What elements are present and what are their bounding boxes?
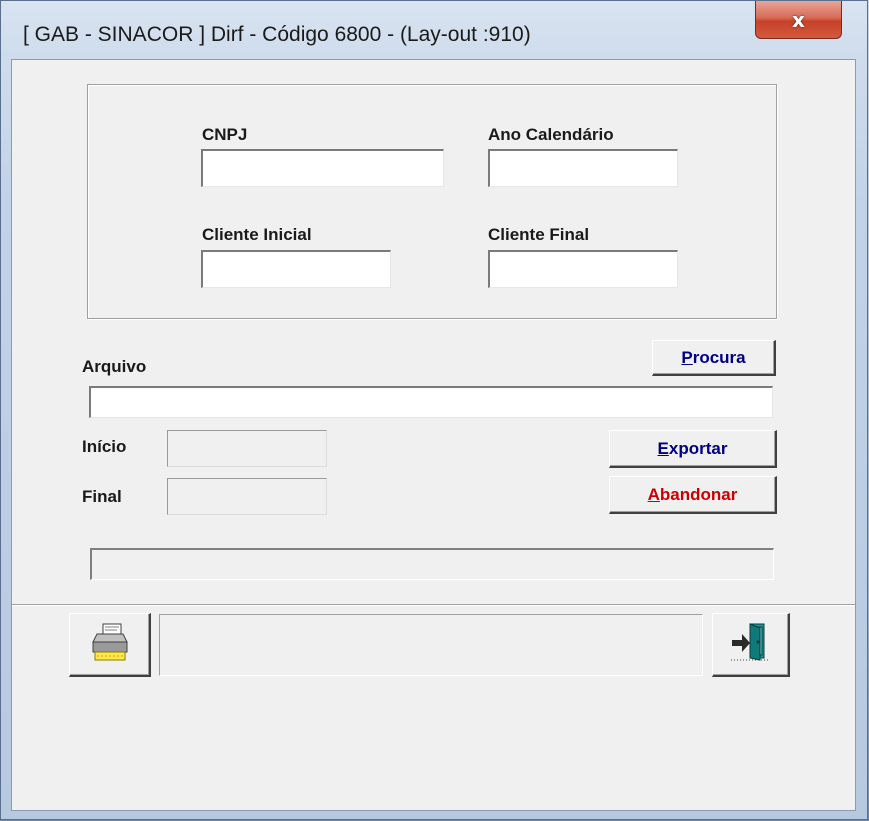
exit-door-icon xyxy=(730,622,772,667)
exit-button[interactable] xyxy=(712,613,790,677)
abandonar-mnemonic: A xyxy=(647,484,660,504)
exportar-button[interactable]: Exportar xyxy=(609,430,777,468)
toolbar-separator xyxy=(12,604,855,606)
exportar-label: xportar xyxy=(668,438,728,458)
cliente-final-label: Cliente Final xyxy=(488,225,590,244)
window-title: [ GAB - SINACOR ] Dirf - Código 6800 - (… xyxy=(23,23,531,46)
progress-bar xyxy=(90,548,774,580)
title-bar[interactable]: [ GAB - SINACOR ] Dirf - Código 6800 - (… xyxy=(1,1,867,57)
exportar-mnemonic: E xyxy=(657,438,669,458)
final-input xyxy=(167,478,327,515)
procura-label: rocura xyxy=(692,347,746,367)
procura-button[interactable]: Procura xyxy=(652,340,776,376)
cliente-final-input[interactable] xyxy=(488,250,678,288)
close-button[interactable]: x xyxy=(755,1,842,39)
final-label: Final xyxy=(82,487,122,506)
ano-calendario-input[interactable] xyxy=(488,149,678,187)
close-icon: x xyxy=(792,7,805,32)
abandonar-button[interactable]: Abandonar xyxy=(609,476,777,514)
abandonar-label: bandonar xyxy=(659,484,738,504)
cnpj-input[interactable] xyxy=(201,149,444,187)
arquivo-input[interactable] xyxy=(89,386,773,418)
dialog-client-area: CNPJ Ano Calendário Cliente Inicial Clie… xyxy=(11,59,856,811)
inicio-input xyxy=(167,430,327,467)
inicio-label: Início xyxy=(82,437,127,456)
dialog-window: [ GAB - SINACOR ] Dirf - Código 6800 - (… xyxy=(0,0,868,820)
cliente-inicial-label: Cliente Inicial xyxy=(202,225,312,244)
cnpj-label: CNPJ xyxy=(202,125,248,144)
procura-mnemonic: P xyxy=(681,347,693,367)
status-panel xyxy=(159,614,703,676)
cliente-inicial-input[interactable] xyxy=(201,250,391,288)
print-button[interactable] xyxy=(69,613,151,677)
filter-groupbox: CNPJ Ano Calendário Cliente Inicial Clie… xyxy=(87,84,777,319)
printer-icon xyxy=(91,622,129,667)
arquivo-label: Arquivo xyxy=(82,357,147,376)
ano-calendario-label: Ano Calendário xyxy=(488,125,614,144)
